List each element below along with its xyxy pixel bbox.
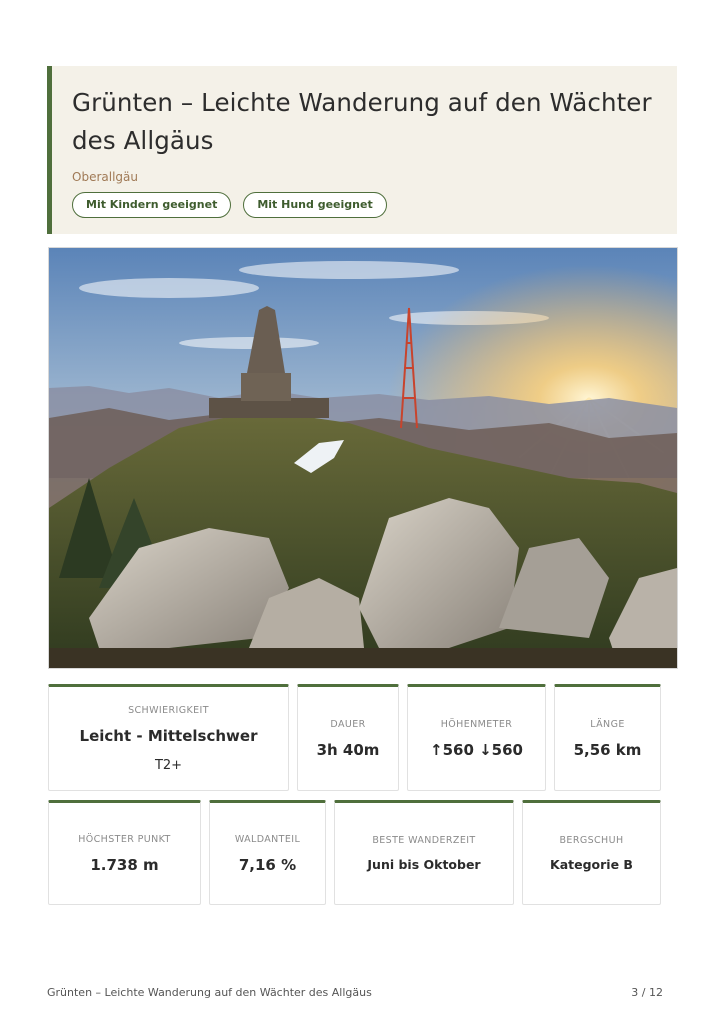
tour-header: Grünten – Leichte Wanderung auf den Wäch… [47, 66, 677, 234]
stat-value: Kategorie B [550, 857, 633, 872]
stat-label: HÖHENMETER [440, 718, 513, 730]
stat-label: HÖCHSTER PUNKT [78, 833, 171, 845]
tag-dogs[interactable]: Mit Hund geeignet [243, 192, 387, 218]
stat-value: Leicht - Mittelschwer [79, 726, 258, 745]
stat-elevation: HÖHENMETER ↑560 ↓560 [407, 684, 546, 791]
footer-title: Grünten – Leichte Wanderung auf den Wäch… [47, 986, 372, 999]
stat-label: BERGSCHUH [559, 835, 624, 846]
stat-value: 7,16 % [238, 855, 297, 874]
stat-best-time: BESTE WANDERZEIT Juni bis Oktober [334, 800, 514, 905]
stat-value: 3h 40m [316, 740, 380, 759]
stat-duration: DAUER 3h 40m [297, 684, 399, 791]
stat-value: 1.738 m [90, 855, 159, 874]
page-number: 3 / 12 [631, 986, 663, 999]
stat-difficulty: SCHWIERIGKEIT Leicht - Mittelschwer T2+ [48, 684, 289, 791]
mountain-sunset-illustration [49, 248, 677, 668]
stat-label: LÄNGE [590, 718, 625, 730]
stat-length: LÄNGE 5,56 km [554, 684, 661, 791]
tour-photo [48, 247, 678, 669]
stat-boot-category: BERGSCHUH Kategorie B [522, 800, 661, 905]
stat-value: ↑560 ↓560 [430, 740, 523, 759]
tag-kids[interactable]: Mit Kindern geeignet [72, 192, 232, 218]
stat-sub-value: T2+ [154, 757, 183, 773]
stat-value: Juni bis Oktober [367, 857, 481, 872]
stat-label: SCHWIERIGKEIT [128, 704, 209, 716]
stat-label: BESTE WANDERZEIT [372, 835, 476, 846]
stat-label: WALDANTEIL [234, 833, 301, 845]
tag-list: Mit Kindern geeignet Mit Hund geeignet [72, 192, 657, 218]
stat-value: 5,56 km [573, 740, 642, 759]
stat-forest-share: WALDANTEIL 7,16 % [209, 800, 326, 905]
stat-label: DAUER [330, 718, 366, 730]
page-title: Grünten – Leichte Wanderung auf den Wäch… [72, 88, 652, 155]
region-label: Oberallgäu [72, 170, 138, 184]
stat-highest-point: HÖCHSTER PUNKT 1.738 m [48, 800, 201, 905]
